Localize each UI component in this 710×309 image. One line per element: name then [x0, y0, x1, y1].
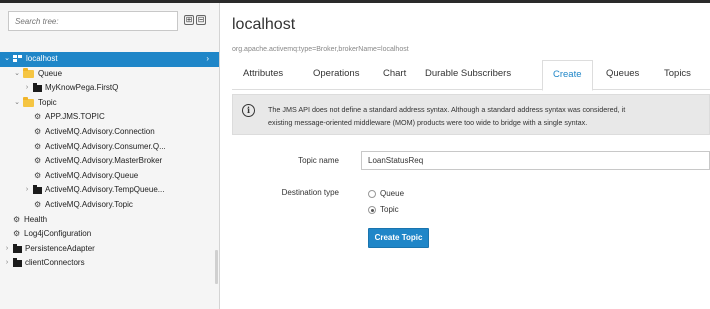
tree-node-label: ActiveMQ.Advisory.Queue	[45, 170, 139, 180]
tree-node-log4j[interactable]: ⚙ Log4jConfiguration	[0, 227, 219, 242]
tree-node-advisory-tempqueue[interactable]: › ActiveMQ.Advisory.TempQueue...	[0, 183, 219, 198]
page-title: localhost	[232, 16, 296, 33]
destination-type-label: Destination type	[281, 188, 339, 197]
alert-line-2: existing message-oriented middleware (MO…	[268, 118, 588, 127]
radio-label: Topic	[380, 205, 399, 214]
tree-node-advisory-consumer[interactable]: ⚙ ActiveMQ.Advisory.Consumer.Q...	[0, 140, 219, 155]
chevron-right-icon[interactable]: ›	[23, 183, 31, 198]
tree-node-advisory-queue[interactable]: ⚙ ActiveMQ.Advisory.Queue	[0, 169, 219, 184]
tab-topics[interactable]: Topics	[664, 68, 691, 79]
alert-text: The JMS API does not define a standard a…	[268, 103, 708, 129]
chevron-right-icon[interactable]: ›	[3, 242, 11, 257]
tree-node-label: ActiveMQ.Advisory.TempQueue...	[45, 185, 165, 195]
tab-durable-subscribers[interactable]: Durable Subscribers	[425, 68, 511, 79]
expand-all-icon[interactable]: ⊞	[184, 15, 194, 25]
sidebar-resize-handle[interactable]	[215, 250, 218, 284]
tree-node-localhost[interactable]: ⌄ localhost ›	[0, 52, 219, 67]
tab-attributes[interactable]: Attributes	[243, 68, 283, 79]
gear-icon: ⚙	[34, 156, 42, 166]
tab-queues[interactable]: Queues	[606, 68, 639, 79]
radio-label: Queue	[380, 189, 405, 198]
tree-node-label: APP.JMS.TOPIC	[45, 112, 105, 122]
gear-icon: ⚙	[13, 229, 21, 239]
tree-node-health[interactable]: ⚙ Health	[0, 213, 219, 228]
chevron-right-icon[interactable]: ›	[23, 81, 31, 96]
tree-node-label: ActiveMQ.Advisory.Topic	[45, 199, 133, 209]
tree-node-advisory-masterbroker[interactable]: ⚙ ActiveMQ.Advisory.MasterBroker	[0, 154, 219, 169]
tree-node-label: Topic	[38, 97, 57, 107]
tree-node-advisory-connection[interactable]: ⚙ ActiveMQ.Advisory.Connection	[0, 125, 219, 140]
sidebar: ⊞ ⊟ ⌄ localhost › ⌄ Queue › MyKnowPega.F…	[0, 3, 220, 309]
tree-node-label: clientConnectors	[25, 258, 85, 268]
gear-icon: ⚙	[34, 170, 42, 180]
chevron-down-icon[interactable]: ⌄	[13, 67, 21, 82]
tree-node-label: Log4jConfiguration	[24, 229, 92, 239]
info-icon: i	[242, 104, 255, 117]
radio-button[interactable]	[368, 190, 376, 198]
folder-open-icon	[23, 67, 34, 78]
tree-node-app-jms-topic[interactable]: ⚙ APP.JMS.TOPIC	[0, 110, 219, 125]
gear-icon: ⚙	[34, 126, 42, 136]
chevron-down-icon[interactable]: ⌄	[3, 52, 11, 67]
topic-name-input[interactable]	[361, 151, 710, 170]
radio-button[interactable]	[368, 206, 376, 214]
chevron-right-icon[interactable]: ›	[3, 256, 11, 271]
folder-icon	[33, 83, 42, 93]
tree-node-label: ActiveMQ.Advisory.Connection	[45, 126, 155, 136]
info-alert: i The JMS API does not define a standard…	[232, 94, 710, 135]
tree-node-label: MyKnowPega.FirstQ	[45, 83, 119, 93]
tree-node-myknowpega-firstq[interactable]: › MyKnowPega.FirstQ	[0, 81, 219, 96]
create-topic-button[interactable]: Create Topic	[368, 228, 429, 248]
tree-node-label: Health	[24, 214, 48, 224]
server-icon	[13, 52, 23, 67]
main-panel: localhost org.apache.activemq:type=Broke…	[221, 3, 710, 309]
tree-node-persistenceadapter[interactable]: › PersistenceAdapter	[0, 242, 219, 257]
tree-buttons: ⊞ ⊟	[184, 15, 206, 25]
gear-icon: ⚙	[34, 112, 42, 122]
gear-icon: ⚙	[34, 199, 42, 209]
folder-open-icon	[23, 96, 34, 107]
tree-node-label: ActiveMQ.Advisory.Consumer.Q...	[45, 141, 166, 151]
tree-node-advisory-topic[interactable]: ⚙ ActiveMQ.Advisory.Topic	[0, 198, 219, 213]
collapse-all-icon[interactable]: ⊟	[196, 15, 206, 25]
mbean-object-name: org.apache.activemq:type=Broker,brokerNa…	[232, 46, 409, 53]
tab-create[interactable]: Create	[542, 60, 593, 91]
tree-node-topic[interactable]: ⌄ Topic	[0, 96, 219, 111]
folder-icon	[13, 258, 22, 268]
tree-node-label: localhost	[26, 54, 58, 63]
tree-node-queue[interactable]: ⌄ Queue	[0, 67, 219, 82]
tab-chart[interactable]: Chart	[383, 68, 406, 79]
tree-node-label: Queue	[38, 68, 63, 78]
tree-node-label: PersistenceAdapter	[25, 243, 95, 253]
tab-bar: Attributes Operations Chart Durable Subs…	[232, 60, 710, 91]
gear-icon: ⚙	[34, 141, 42, 151]
chevron-down-icon[interactable]: ⌄	[13, 96, 21, 111]
tree-node-clientconnectors[interactable]: › clientConnectors	[0, 256, 219, 271]
folder-icon	[33, 185, 42, 195]
tab-operations[interactable]: Operations	[313, 68, 359, 79]
tree-node-label: ActiveMQ.Advisory.MasterBroker	[45, 156, 163, 166]
jmx-tree: ⌄ localhost › ⌄ Queue › MyKnowPega.First…	[0, 52, 219, 271]
gear-icon: ⚙	[13, 214, 21, 224]
alert-line-1: The JMS API does not define a standard a…	[268, 105, 626, 114]
search-row: ⊞ ⊟	[8, 11, 213, 33]
topic-name-label: Topic name	[298, 156, 339, 165]
search-tree-input[interactable]	[8, 11, 178, 31]
chevron-right-icon: ›	[206, 54, 209, 63]
folder-icon	[13, 243, 22, 253]
